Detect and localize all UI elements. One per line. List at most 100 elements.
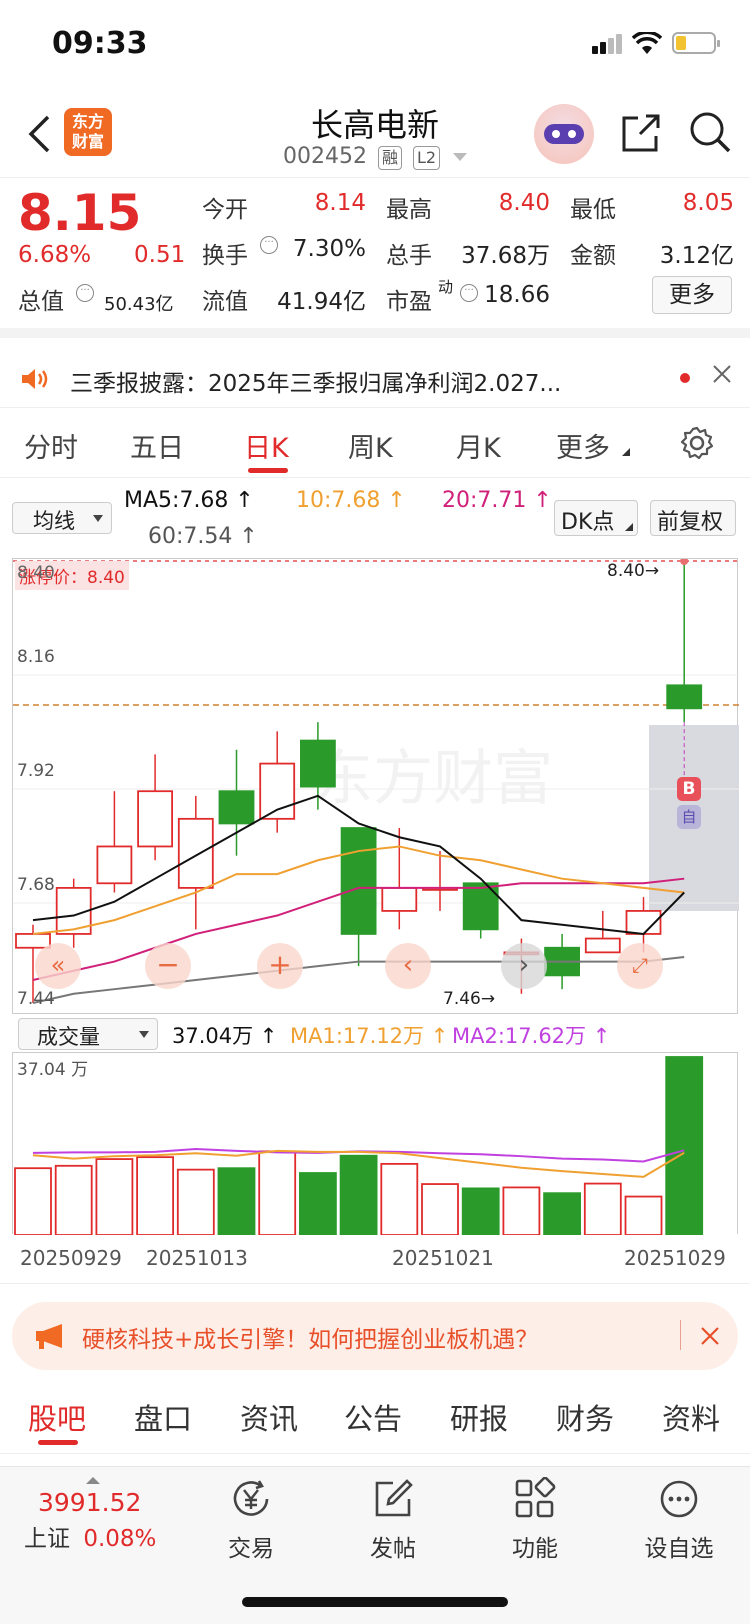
low-label: 最低	[570, 197, 616, 223]
more-button[interactable]: 更多	[652, 276, 732, 314]
amount-value: 3.12亿	[659, 243, 734, 269]
y-axis-label-1: 8.16	[17, 647, 55, 667]
tab-five-day[interactable]: 五日	[130, 426, 184, 465]
volume-bar	[95, 1158, 134, 1235]
step-back-icon[interactable]: ‹	[385, 943, 431, 989]
battery-icon	[672, 32, 720, 54]
speaker-icon	[22, 369, 48, 389]
index-ticker[interactable]: 3991.52 上证 0.08%	[24, 1477, 184, 1553]
volume-y-max: 37.04 万	[17, 1060, 89, 1080]
nav-trade[interactable]: 交易	[196, 1477, 306, 1563]
settings-gear-icon[interactable]	[680, 426, 714, 460]
volume-bar	[217, 1167, 256, 1235]
tab-daily-k[interactable]: 日K	[244, 426, 289, 465]
volume-bar	[258, 1150, 297, 1235]
volume-label: 总手	[386, 243, 432, 269]
dk-point-button[interactable]: DK点	[554, 500, 638, 536]
volume-chart[interactable]: 37.04 万	[12, 1052, 738, 1235]
vol-ma1-legend: MA1:17.12万 ↑	[290, 1024, 449, 1048]
index-value: 3991.52	[38, 1488, 142, 1517]
zoom-out-icon[interactable]: −	[145, 943, 191, 989]
ma5-legend: MA5:7.68 ↑	[124, 488, 254, 513]
announcement-text: 三季报披露：2025年三季报归属净利润2.027...	[70, 371, 562, 397]
unread-dot	[680, 373, 690, 383]
float-cap-value: 41.94亿	[277, 289, 366, 315]
date-label-2: 20251013	[146, 1246, 248, 1270]
tab-order-book[interactable]: 盘口	[134, 1396, 192, 1438]
close-icon[interactable]	[712, 364, 732, 384]
candle-up[interactable]	[381, 886, 418, 912]
change-percent: 6.68%	[18, 242, 92, 268]
tab-weekly-k[interactable]: 周K	[348, 426, 393, 465]
nav-post[interactable]: 发帖	[338, 1477, 448, 1563]
index-change: 0.08%	[83, 1526, 157, 1552]
candle-up[interactable]	[96, 845, 133, 885]
dropdown-caret-icon	[93, 515, 103, 522]
volume-bar	[54, 1164, 93, 1235]
candle-up[interactable]	[137, 790, 173, 848]
buy-badge[interactable]: B	[677, 777, 701, 801]
float-cap-label: 流值	[202, 289, 248, 315]
tab-financials[interactable]: 财务	[556, 1396, 614, 1438]
status-bar: 09:33	[0, 0, 750, 88]
stock-code: 002452	[282, 144, 367, 169]
total-cap-value: 50.43亿	[104, 294, 174, 315]
y-axis-top: 8.40	[17, 563, 55, 583]
change-amount: 0.51	[134, 242, 186, 268]
announcement-bar[interactable]: 三季报披露：2025年三季报归属净利润2.027...	[0, 348, 750, 408]
y-axis-label-3: 7.68	[17, 875, 55, 895]
tab-announcements[interactable]: 公告	[344, 1396, 402, 1438]
volume-bar	[624, 1195, 663, 1235]
close-icon[interactable]	[700, 1326, 720, 1346]
date-label-1: 20250929	[20, 1246, 122, 1270]
high-marker: 8.40→	[607, 561, 660, 581]
pe-superscript: 动	[438, 278, 454, 296]
high-label: 最高	[386, 197, 432, 223]
info-dots-icon[interactable]: ···	[76, 284, 94, 302]
search-icon[interactable]	[688, 110, 732, 154]
caret-down-icon	[453, 153, 468, 161]
margin-tag: 融	[377, 146, 402, 170]
self-select-badge[interactable]: 自	[677, 805, 701, 829]
scroll-left-icon[interactable]: «	[35, 943, 81, 989]
tab-profile[interactable]: 资料	[662, 1396, 720, 1438]
candle-down[interactable]	[299, 739, 336, 788]
candle-down[interactable]	[218, 790, 255, 825]
volume-bar	[380, 1162, 419, 1235]
zoom-in-icon[interactable]: +	[257, 943, 303, 989]
step-forward-icon[interactable]: ›	[501, 943, 547, 989]
kline-chart[interactable]: 东方财富 涨停价：8.40 8.40 8.16 7.92 7.68 7.44 8…	[12, 558, 739, 1014]
more-dots-icon	[660, 1480, 698, 1518]
last-price: 8.15	[18, 184, 142, 242]
price-adjust-button[interactable]: 前复权	[650, 500, 736, 536]
candle-down[interactable]	[666, 684, 703, 710]
grid-apps-icon	[515, 1476, 556, 1518]
volume-legend: 37.04万 ↑	[172, 1024, 278, 1048]
ad-banner[interactable]: 硬核科技+成长引擎！如何把握创业板机遇？	[12, 1302, 738, 1370]
tab-news[interactable]: 资讯	[240, 1396, 298, 1438]
tab-research[interactable]: 研报	[450, 1396, 508, 1438]
nav-add-watchlist[interactable]: 设自选	[624, 1477, 734, 1563]
turnover-label: 换手	[202, 243, 248, 269]
volume-bar	[298, 1172, 337, 1235]
bottom-nav: 3991.52 上证 0.08% 交易 发帖 功能 设自选	[0, 1466, 750, 1624]
vol-ma2-legend: MA2:17.62万 ↑	[452, 1024, 611, 1048]
amount-label: 金额	[570, 243, 616, 269]
candle-up[interactable]	[177, 817, 214, 889]
candle-down[interactable]	[340, 827, 377, 935]
y-axis-label-2: 7.92	[17, 761, 55, 781]
tab-monthly-k[interactable]: 月K	[456, 426, 501, 465]
tab-more[interactable]: 更多	[556, 426, 610, 465]
indicator-selector[interactable]: 均线	[12, 502, 112, 534]
watermark: 东方财富	[313, 744, 553, 814]
volume-indicator-selector[interactable]: 成交量	[18, 1018, 158, 1050]
candle-up[interactable]	[584, 937, 621, 954]
assistant-robot-avatar[interactable]	[534, 104, 594, 164]
share-icon[interactable]	[620, 112, 662, 154]
caret-icon	[622, 448, 630, 456]
low-marker: 7.46→	[443, 989, 496, 1009]
tab-intraday[interactable]: 分时	[24, 426, 78, 465]
fullscreen-icon[interactable]: ⤢	[617, 943, 663, 989]
tab-forum[interactable]: 股吧	[28, 1396, 86, 1438]
nav-functions[interactable]: 功能	[480, 1476, 590, 1563]
